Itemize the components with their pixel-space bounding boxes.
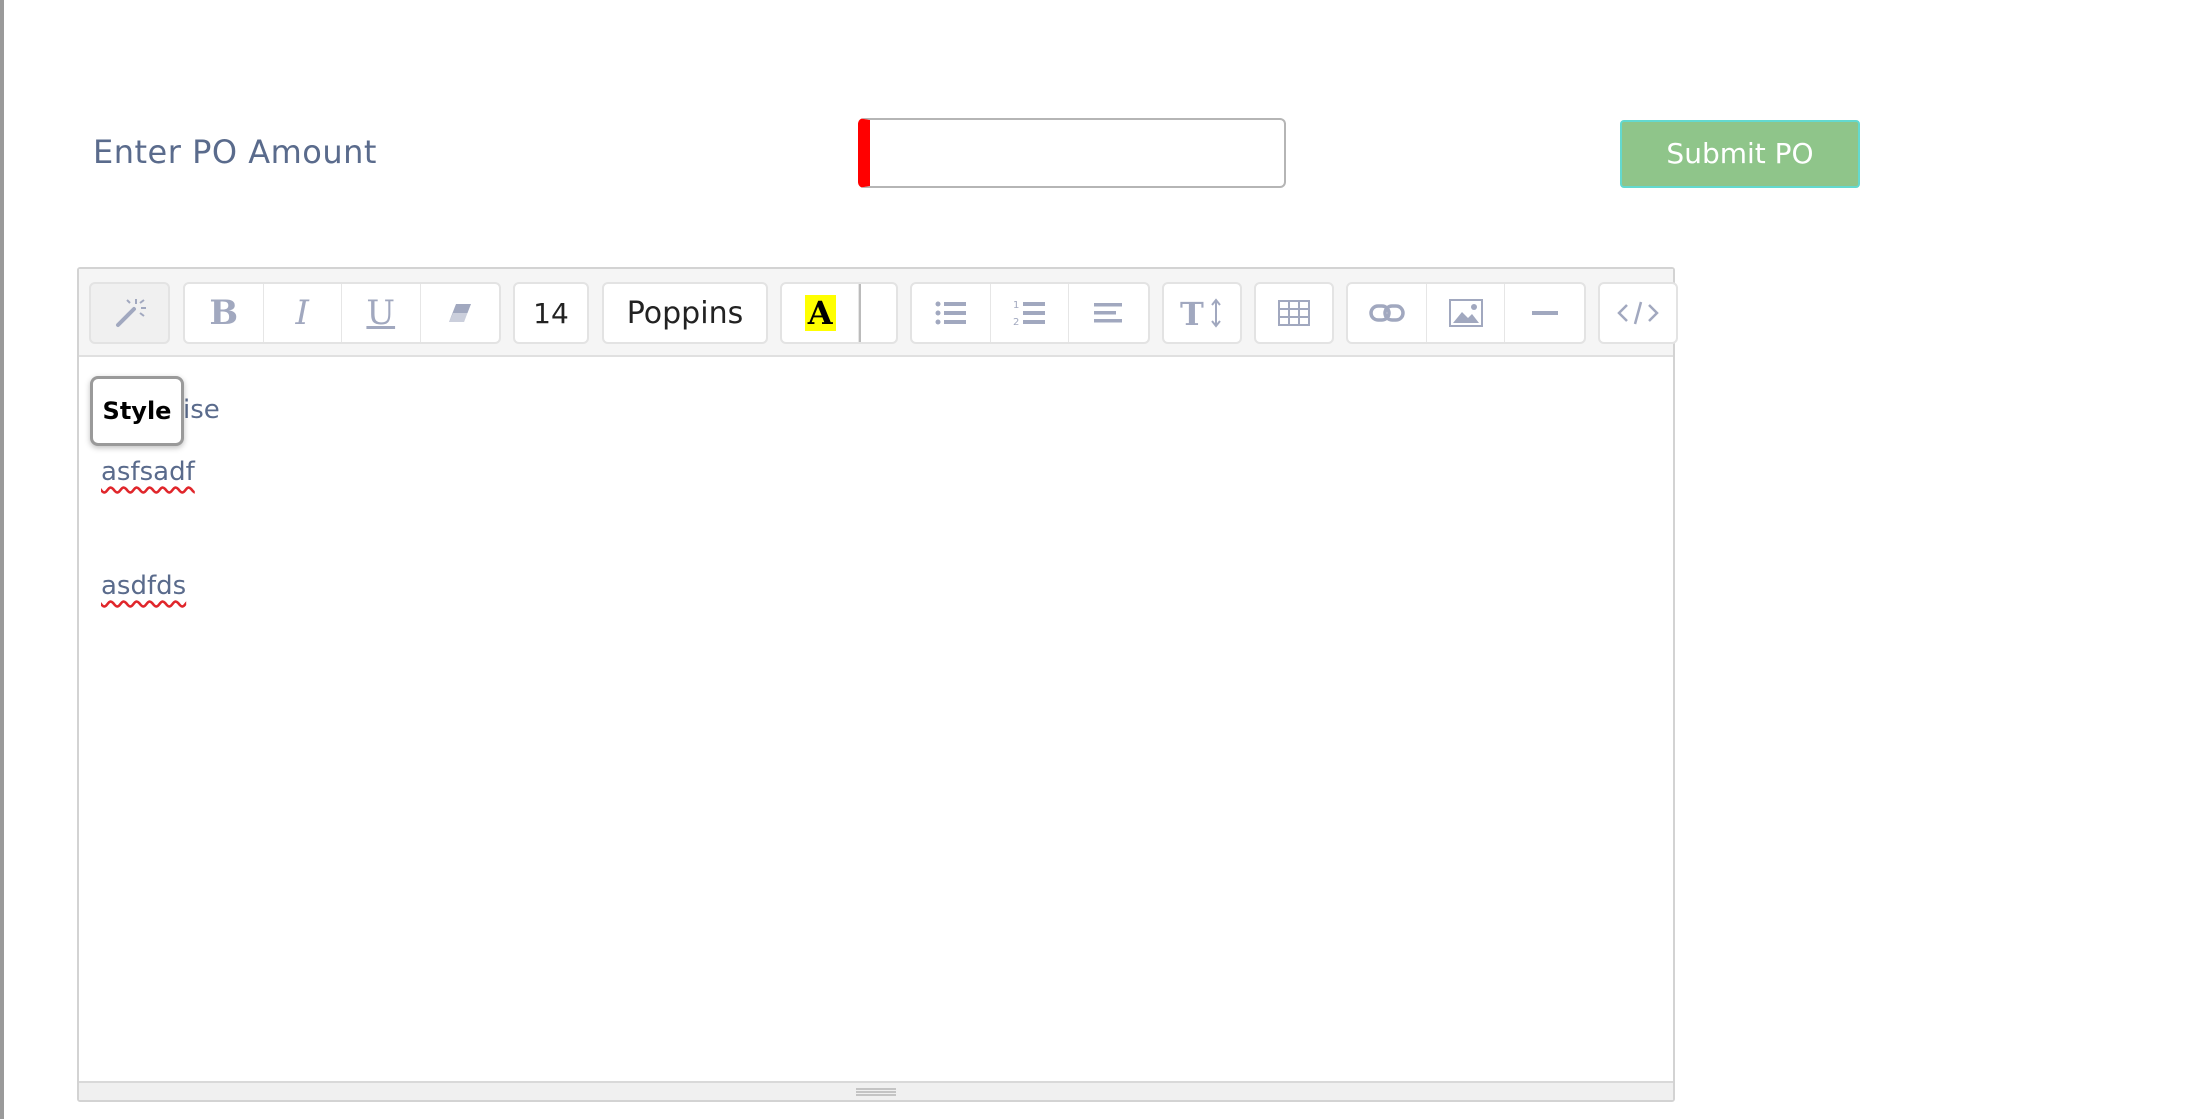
table-icon — [1278, 300, 1310, 326]
italic-icon: I — [295, 293, 309, 333]
bold-icon: B — [209, 293, 239, 333]
align-icon — [1093, 301, 1124, 325]
svg-text:2: 2 — [1013, 317, 1019, 328]
font-size-select[interactable]: 14 — [515, 284, 587, 342]
text-color-icon: A — [804, 295, 836, 331]
submit-po-button[interactable]: Submit PO — [1620, 120, 1860, 188]
rich-text-editor: B I U 14 Poppins A 1 2 T ise asfsadf asd… — [77, 267, 1678, 1102]
toolbar-group-view — [1598, 282, 1678, 344]
link-icon — [1369, 302, 1405, 324]
style-tooltip: Style — [90, 376, 184, 446]
horizontal-rule-button[interactable] — [1505, 284, 1584, 342]
svg-text:1: 1 — [1013, 300, 1019, 311]
toolbar-group-table — [1254, 282, 1334, 344]
unordered-list-button[interactable] — [912, 284, 991, 342]
resize-grip-icon — [856, 1087, 896, 1096]
toolbar-group-insert — [1346, 282, 1586, 344]
link-button[interactable] — [1348, 284, 1427, 342]
toolbar-group-color: A — [780, 282, 898, 344]
text-color-button[interactable]: A — [782, 284, 860, 342]
po-amount-input[interactable] — [858, 118, 1286, 188]
editor-resize-bar[interactable] — [79, 1081, 1673, 1100]
style-button[interactable] — [91, 284, 168, 342]
window-left-edge — [0, 0, 4, 1119]
editor-line-2: asfsadf — [101, 457, 195, 487]
toolbar-group-font-name: Poppins — [602, 282, 768, 344]
font-name-select[interactable]: Poppins — [604, 284, 766, 342]
editor-line-3: asdfds — [101, 571, 187, 601]
eraser-icon — [445, 298, 475, 328]
underline-icon: U — [366, 293, 396, 333]
toolbar-group-style — [89, 282, 170, 344]
code-view-icon — [1617, 300, 1659, 326]
table-button[interactable] — [1256, 284, 1332, 342]
editor-content-area[interactable]: ise asfsadf asdfds — [79, 357, 1673, 1085]
unordered-list-icon — [934, 299, 968, 327]
toolbar-group-font-size: 14 — [513, 282, 589, 344]
magic-wand-icon — [112, 295, 148, 331]
toolbar-group-font-style: B I U — [183, 282, 501, 344]
ordered-list-button[interactable]: 1 2 — [991, 284, 1070, 342]
clear-format-button[interactable] — [421, 284, 500, 342]
picture-icon — [1448, 299, 1483, 327]
po-amount-label: Enter PO Amount — [93, 133, 377, 171]
picture-button[interactable] — [1427, 284, 1506, 342]
color-dropdown-toggle[interactable] — [859, 284, 896, 342]
ordered-list-icon: 1 2 — [1013, 298, 1047, 328]
line-height-icon: T — [1180, 296, 1224, 330]
toolbar-group-paragraph: 1 2 — [910, 282, 1150, 344]
bold-button[interactable]: B — [185, 284, 264, 342]
toolbar-group-height: T — [1162, 282, 1242, 344]
line-height-button[interactable]: T — [1164, 284, 1240, 342]
underline-button[interactable]: U — [342, 284, 421, 342]
italic-button[interactable]: I — [264, 284, 342, 342]
svg-text:T: T — [1180, 296, 1204, 330]
align-button[interactable] — [1069, 284, 1148, 342]
hr-icon — [1531, 310, 1558, 316]
editor-toolbar: B I U 14 Poppins A 1 2 T — [79, 269, 1678, 357]
code-view-button[interactable] — [1600, 284, 1676, 342]
editor-line-1: ise — [183, 395, 220, 425]
